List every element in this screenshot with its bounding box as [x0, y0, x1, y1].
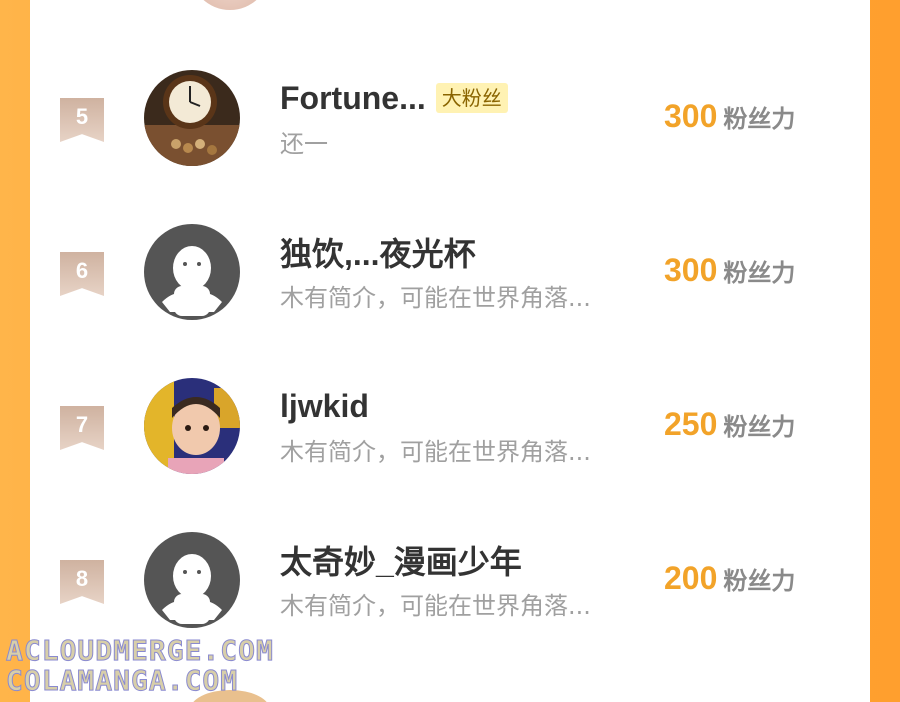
fan-power-value: 200: [664, 560, 718, 596]
clock-photo-icon: [144, 70, 240, 166]
rank-number: 5: [75, 104, 89, 129]
watermark-text: COLAMANGA.COM: [5, 664, 239, 698]
avatar-partial[interactable]: [190, 0, 270, 10]
avatar[interactable]: [144, 70, 240, 166]
user-name[interactable]: ljwkid: [280, 388, 369, 425]
user-name[interactable]: Fortune...: [280, 80, 426, 117]
fan-power: 300 粉丝力: [664, 252, 795, 289]
default-avatar-icon: [144, 532, 240, 628]
fan-level-tag: 大粉丝: [435, 83, 508, 113]
fan-power-unit: 粉丝力: [723, 259, 796, 287]
list-item[interactable]: 5 Fortune... 大粉丝 还一 300 粉丝力: [30, 70, 870, 190]
user-bio: 木有简介，可能在世界角落...: [280, 592, 591, 620]
watermark-text: ACLOUDMERGE.COM: [6, 634, 274, 668]
avatar[interactable]: [144, 378, 240, 474]
user-bio: 木有简介，可能在世界角落...: [280, 438, 591, 466]
user-name[interactable]: 太奇妙_漫画少年: [280, 537, 522, 583]
user-name[interactable]: 独饮,...夜光杯: [280, 229, 476, 275]
fan-power-unit: 粉丝力: [723, 105, 796, 133]
fan-power-unit: 粉丝力: [723, 413, 796, 441]
user-bio: 木有简介，可能在世界角落...: [280, 284, 591, 312]
avatar[interactable]: [144, 532, 240, 628]
rank-badge: 8: [60, 560, 104, 604]
default-avatar-icon: [144, 224, 240, 320]
fan-power-unit: 粉丝力: [723, 567, 796, 595]
fan-power: 250 粉丝力: [664, 406, 795, 443]
fan-power: 300 粉丝力: [664, 98, 795, 135]
rank-badge: 5: [60, 98, 104, 142]
rank-badge: 6: [60, 252, 104, 296]
fan-power-value: 250: [664, 406, 718, 442]
rank-badge: 7: [60, 406, 104, 450]
rank-number: 6: [75, 258, 89, 283]
user-bio: 还一: [280, 130, 328, 158]
ranking-panel: 5 Fortune... 大粉丝 还一 300 粉丝力 6 独饮,...夜光杯 …: [30, 0, 870, 702]
list-item[interactable]: 6 独饮,...夜光杯 木有简介，可能在世界角落... 300 粉丝力: [30, 224, 870, 344]
fan-power-value: 300: [664, 98, 718, 134]
fan-power: 200 粉丝力: [664, 560, 795, 597]
list-item[interactable]: 7 ljwkid 木有简介，可能在世界角落... 250 粉丝力: [30, 378, 870, 498]
fan-power-value: 300: [664, 252, 718, 288]
child-photo-icon: [144, 378, 240, 474]
rank-number: 7: [75, 412, 89, 437]
avatar[interactable]: [144, 224, 240, 320]
rank-number: 8: [75, 566, 89, 591]
